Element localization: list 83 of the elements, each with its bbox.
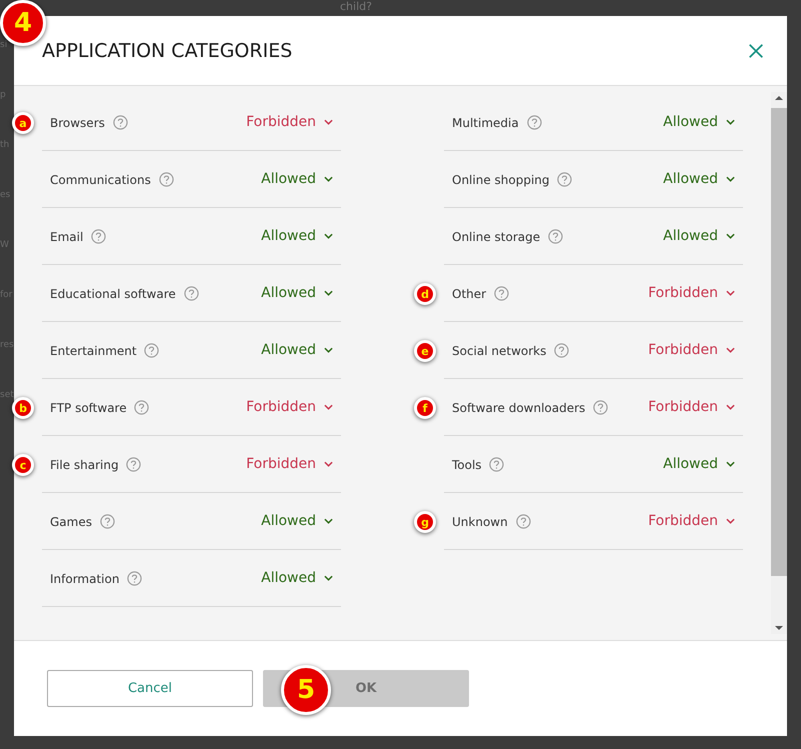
- category-name: Tools: [452, 458, 482, 472]
- caret-icon: [324, 404, 333, 410]
- permission-dropdown[interactable]: Allowed: [663, 456, 735, 472]
- caret-icon: [324, 119, 333, 125]
- permission-dropdown[interactable]: Allowed: [261, 513, 333, 529]
- category-name: Software downloaders: [452, 400, 586, 414]
- category-name: FTP software: [50, 400, 127, 414]
- permission-dropdown[interactable]: Allowed: [261, 285, 333, 301]
- permission-dropdown[interactable]: Forbidden: [648, 399, 735, 415]
- help-icon[interactable]: [127, 570, 142, 586]
- help-icon[interactable]: [526, 114, 542, 130]
- category-name: Games: [50, 514, 92, 528]
- callout-badge: e: [414, 340, 436, 362]
- scroll-up-icon[interactable]: [775, 95, 783, 101]
- category-name: Unknown: [452, 514, 508, 528]
- help-icon[interactable]: [489, 456, 504, 472]
- help-icon[interactable]: [557, 172, 572, 186]
- step-callout-overlay: 5: [281, 665, 331, 715]
- category-name: Multimedia: [452, 116, 519, 130]
- category-name: Browsers: [50, 116, 105, 130]
- caret-icon: [726, 518, 735, 524]
- caret-icon: [324, 575, 333, 581]
- caret-icon: [726, 176, 735, 182]
- caret-icon: [324, 461, 333, 467]
- caret-icon: [726, 347, 735, 353]
- cancel-button[interactable]: Cancel: [47, 670, 253, 707]
- permission-dropdown[interactable]: Forbidden: [246, 456, 333, 472]
- category-name: Entertainment: [50, 344, 137, 358]
- permission-dropdown[interactable]: Allowed: [261, 228, 333, 244]
- permission-dropdown[interactable]: Allowed: [663, 228, 735, 244]
- category-name: Other: [452, 286, 486, 300]
- caret-icon: [324, 233, 333, 239]
- scrollbar[interactable]: [771, 92, 787, 634]
- caret-icon: [324, 176, 333, 182]
- permission-dropdown[interactable]: Allowed: [663, 114, 735, 130]
- category-name: Email: [50, 230, 84, 244]
- category-name: Information: [50, 572, 120, 586]
- caret-icon: [324, 347, 333, 353]
- category-name: Social networks: [452, 344, 546, 358]
- help-icon[interactable]: [112, 114, 128, 130]
- callout-badge: d: [414, 283, 436, 305]
- caret-icon: [726, 119, 735, 125]
- help-icon[interactable]: [158, 172, 174, 186]
- category-name: Communications: [50, 172, 151, 186]
- permission-dropdown[interactable]: Allowed: [663, 171, 735, 187]
- callout-badge: g: [414, 511, 436, 533]
- callout-badge: a: [12, 112, 34, 134]
- caret-icon: [726, 404, 735, 410]
- help-icon[interactable]: [184, 286, 199, 300]
- help-icon[interactable]: [548, 228, 563, 244]
- permission-dropdown[interactable]: Allowed: [261, 171, 333, 187]
- category-name: Educational software: [50, 286, 176, 300]
- caret-icon: [726, 461, 735, 467]
- help-icon[interactable]: [134, 400, 150, 414]
- permission-dropdown[interactable]: Forbidden: [648, 342, 735, 358]
- help-icon[interactable]: [144, 342, 160, 358]
- permission-dropdown[interactable]: Forbidden: [648, 285, 735, 301]
- caret-icon: [324, 290, 333, 296]
- callout-badge: f: [414, 397, 436, 419]
- permission-dropdown[interactable]: Forbidden: [648, 513, 735, 529]
- help-icon[interactable]: [100, 514, 115, 528]
- help-icon[interactable]: [494, 286, 509, 300]
- callout-badge: b: [12, 397, 34, 419]
- help-icon[interactable]: [126, 456, 142, 472]
- close-icon[interactable]: [747, 42, 765, 60]
- category-name: Online storage: [452, 230, 540, 244]
- help-icon[interactable]: [593, 400, 608, 414]
- permission-dropdown[interactable]: Allowed: [261, 570, 333, 586]
- background-text: child?: [340, 0, 372, 14]
- help-icon[interactable]: [91, 228, 106, 244]
- dialog-title: APPLICATION CATEGORIES: [42, 40, 294, 62]
- caret-icon: [726, 233, 735, 239]
- scroll-down-icon[interactable]: [775, 625, 783, 631]
- category-name: File sharing: [50, 458, 119, 472]
- help-icon[interactable]: [516, 514, 531, 528]
- caret-icon: [324, 518, 333, 524]
- caret-icon: [726, 290, 735, 296]
- category-name: Online shopping: [452, 172, 550, 186]
- permission-dropdown[interactable]: Allowed: [261, 342, 333, 358]
- permission-dropdown[interactable]: Forbidden: [246, 114, 333, 130]
- help-icon[interactable]: [554, 342, 570, 358]
- callout-badge: c: [12, 454, 34, 476]
- permission-dropdown[interactable]: Forbidden: [246, 399, 333, 415]
